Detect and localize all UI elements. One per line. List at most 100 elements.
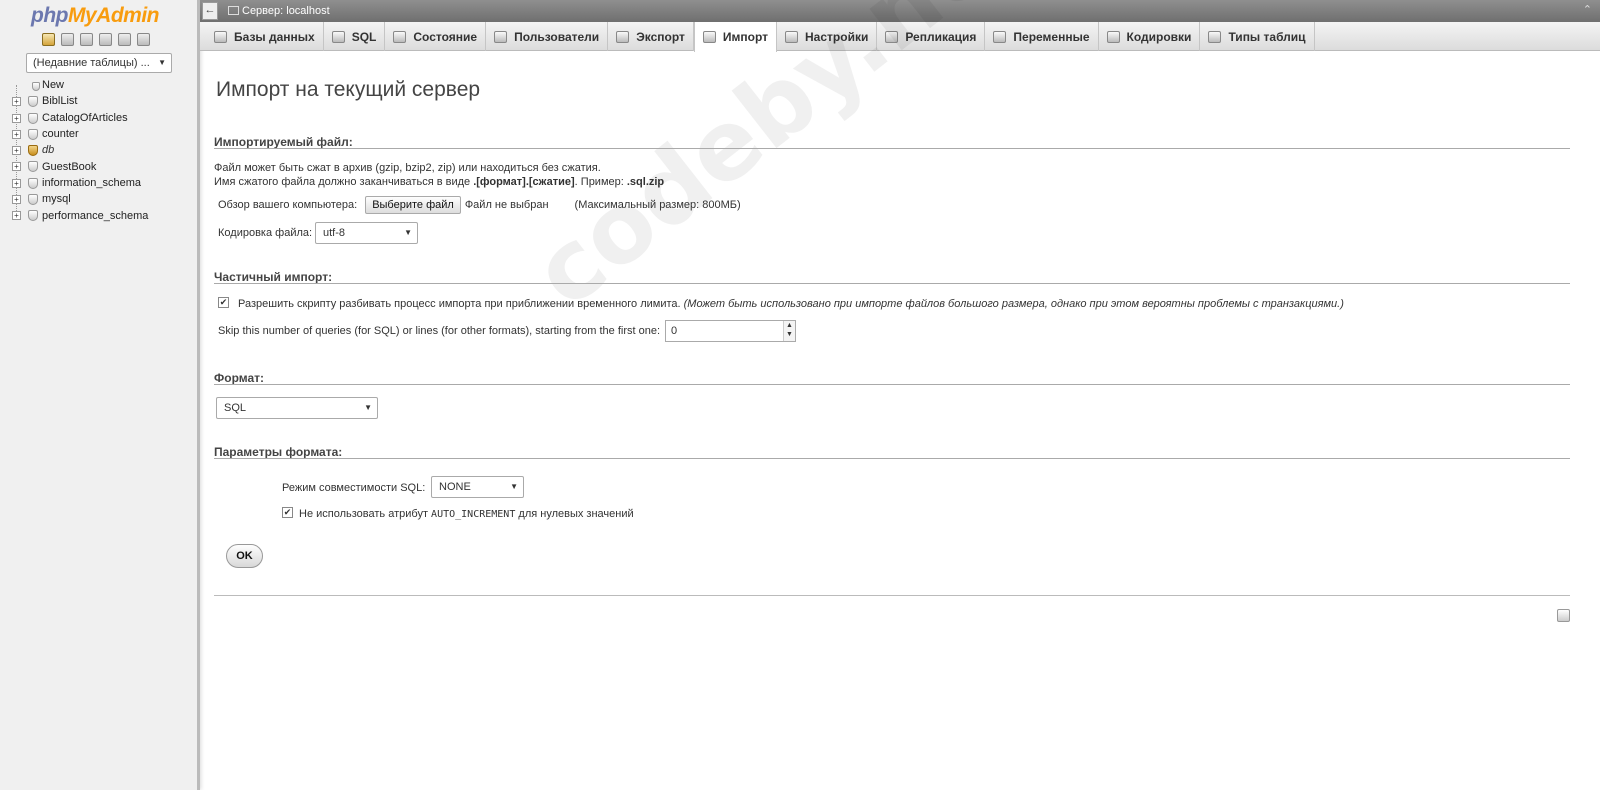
expand-icon[interactable]: +	[12, 146, 21, 156]
tree-item-database[interactable]: + CatalogOfArticles	[10, 110, 148, 126]
tree-item-database[interactable]: + BiblList	[10, 93, 148, 109]
footer-divider	[214, 595, 1570, 596]
tree-item-database[interactable]: + GuestBook	[10, 158, 148, 174]
database-icon	[28, 161, 38, 173]
tree-item-label: New	[42, 79, 65, 92]
expand-icon[interactable]: +	[12, 211, 21, 221]
tree-item-label: information_schema	[42, 176, 142, 189]
server-tabs: Базы данных SQL Состояние Пользователи Э…	[200, 22, 1600, 52]
expand-icon[interactable]: +	[12, 129, 21, 139]
tab-sql[interactable]: SQL	[324, 22, 386, 51]
compression-example: Имя сжатого файла должно заканчиваться в…	[214, 176, 665, 188]
skip-queries-input[interactable]: 0 ▲ ▼	[665, 320, 796, 342]
expand-icon[interactable]: +	[12, 178, 21, 188]
tab-export[interactable]: Экспорт	[608, 22, 694, 51]
compression-description: Файл может быть сжат в архив (gzip, bzip…	[214, 162, 601, 174]
documentation-icon[interactable]	[118, 33, 131, 46]
section-title-file: Импортируемый файл:	[214, 135, 353, 149]
max-size-label: (Максимальный размер: 800МБ)	[574, 199, 741, 211]
section-title-format-options: Параметры формата:	[214, 445, 343, 459]
tree-item-database[interactable]: + mysql	[10, 191, 148, 207]
variables-icon	[993, 30, 1007, 43]
expand-icon[interactable]: +	[12, 97, 21, 107]
server-icon	[228, 6, 239, 15]
charset-label: Кодировка файла:	[218, 227, 313, 239]
sql-compat-select[interactable]: NONE	[431, 476, 524, 498]
section-divider	[214, 148, 1570, 149]
tab-replication[interactable]: Репликация	[877, 22, 986, 51]
browse-row: Обзор вашего компьютера: Выберите файл Ф…	[218, 196, 741, 214]
tab-settings[interactable]: Настройки	[777, 22, 878, 51]
query-window-icon[interactable]	[80, 33, 93, 46]
tree-item-database[interactable]: + performance_schema	[10, 207, 148, 223]
tree-item-label: db	[42, 144, 55, 157]
help-icon[interactable]	[99, 33, 112, 46]
replication-icon	[885, 30, 899, 43]
tree-item-label: CatalogOfArticles	[42, 111, 128, 124]
section-title-format: Формат:	[214, 371, 265, 385]
server-breadcrumb[interactable]: Сервер: localhost	[228, 5, 330, 17]
database-icon	[214, 30, 227, 43]
tab-status[interactable]: Состояние	[385, 22, 487, 51]
tree-item-new[interactable]: New	[10, 77, 148, 93]
expand-icon[interactable]: +	[12, 162, 21, 172]
tab-charsets[interactable]: Кодировки	[1099, 22, 1201, 51]
expand-icon[interactable]: +	[12, 195, 21, 205]
allow-interrupt-label[interactable]: Разрешить скрипту разбивать процесс импо…	[238, 298, 1344, 310]
import-icon	[702, 31, 716, 43]
no-auto-increment-label[interactable]: Не использовать атрибут AUTO_INCREMENT д…	[299, 508, 634, 520]
tab-engines[interactable]: Типы таблиц	[1200, 22, 1315, 51]
sql-icon	[331, 30, 345, 43]
section-divider	[214, 458, 1570, 459]
database-icon	[28, 96, 38, 108]
database-icon	[28, 112, 38, 124]
database-tree: New + BiblList + CatalogOfArticles + cou…	[10, 77, 148, 224]
tree-item-database[interactable]: + counter	[10, 126, 148, 142]
allow-interrupt-checkbox[interactable]: ✔	[218, 297, 229, 308]
wrench-icon	[785, 30, 799, 43]
tab-users[interactable]: Пользователи	[486, 22, 609, 51]
tree-item-label: counter	[42, 128, 79, 141]
section-title-partial: Частичный импорт:	[214, 270, 333, 284]
server-breadcrumb-bar: ← Сервер: localhost ⌃	[200, 0, 1600, 22]
engines-icon	[1208, 30, 1222, 43]
tree-item-label: mysql	[42, 193, 71, 206]
charset-select[interactable]: utf-8	[315, 222, 418, 244]
database-icon	[28, 128, 38, 140]
tree-item-label: GuestBook	[42, 160, 97, 173]
choose-file-button[interactable]: Выберите файл	[365, 196, 461, 214]
exit-icon[interactable]	[61, 33, 74, 46]
new-database-icon	[32, 82, 40, 91]
tree-item-database[interactable]: + db	[10, 142, 148, 158]
database-icon	[28, 145, 38, 157]
database-icon	[28, 210, 38, 222]
browse-label: Обзор вашего компьютера:	[218, 199, 358, 211]
quick-links	[42, 33, 150, 46]
tree-item-label: performance_schema	[42, 209, 149, 222]
skip-queries-label: Skip this number of queries (for SQL) or…	[218, 325, 660, 337]
tree-item-database[interactable]: + information_schema	[10, 175, 148, 191]
expand-icon[interactable]: +	[12, 113, 21, 123]
home-icon[interactable]	[42, 33, 55, 46]
phpmyadmin-logo[interactable]: phpMyAdmin	[31, 4, 159, 28]
tab-import[interactable]: Импорт	[693, 22, 778, 52]
format-select[interactable]: SQL	[216, 397, 378, 419]
export-icon	[616, 30, 630, 43]
status-icon	[393, 30, 407, 43]
no-auto-increment-checkbox[interactable]: ✔	[282, 507, 293, 518]
section-divider	[214, 283, 1570, 284]
server-breadcrumb-label: Сервер: localhost	[242, 5, 330, 17]
tree-item-label: BiblList	[42, 95, 78, 108]
console-icon[interactable]	[1557, 609, 1570, 622]
reload-icon[interactable]	[137, 33, 150, 46]
tab-databases[interactable]: Базы данных	[206, 22, 324, 51]
ok-button[interactable]: OK	[226, 544, 263, 568]
tab-variables[interactable]: Переменные	[985, 22, 1099, 51]
collapse-sidebar-button[interactable]: ←	[202, 2, 218, 20]
no-file-label: Файл не выбран	[464, 199, 549, 211]
spinner-icon[interactable]: ▲ ▼	[783, 321, 795, 341]
recent-tables-select[interactable]: (Недавние таблицы) ...	[26, 53, 172, 73]
import-page: codeby.net Импорт на текущий сервер Импо…	[213, 0, 1570, 790]
collapse-icon[interactable]: ⌃	[1583, 3, 1592, 16]
database-icon	[28, 194, 38, 206]
